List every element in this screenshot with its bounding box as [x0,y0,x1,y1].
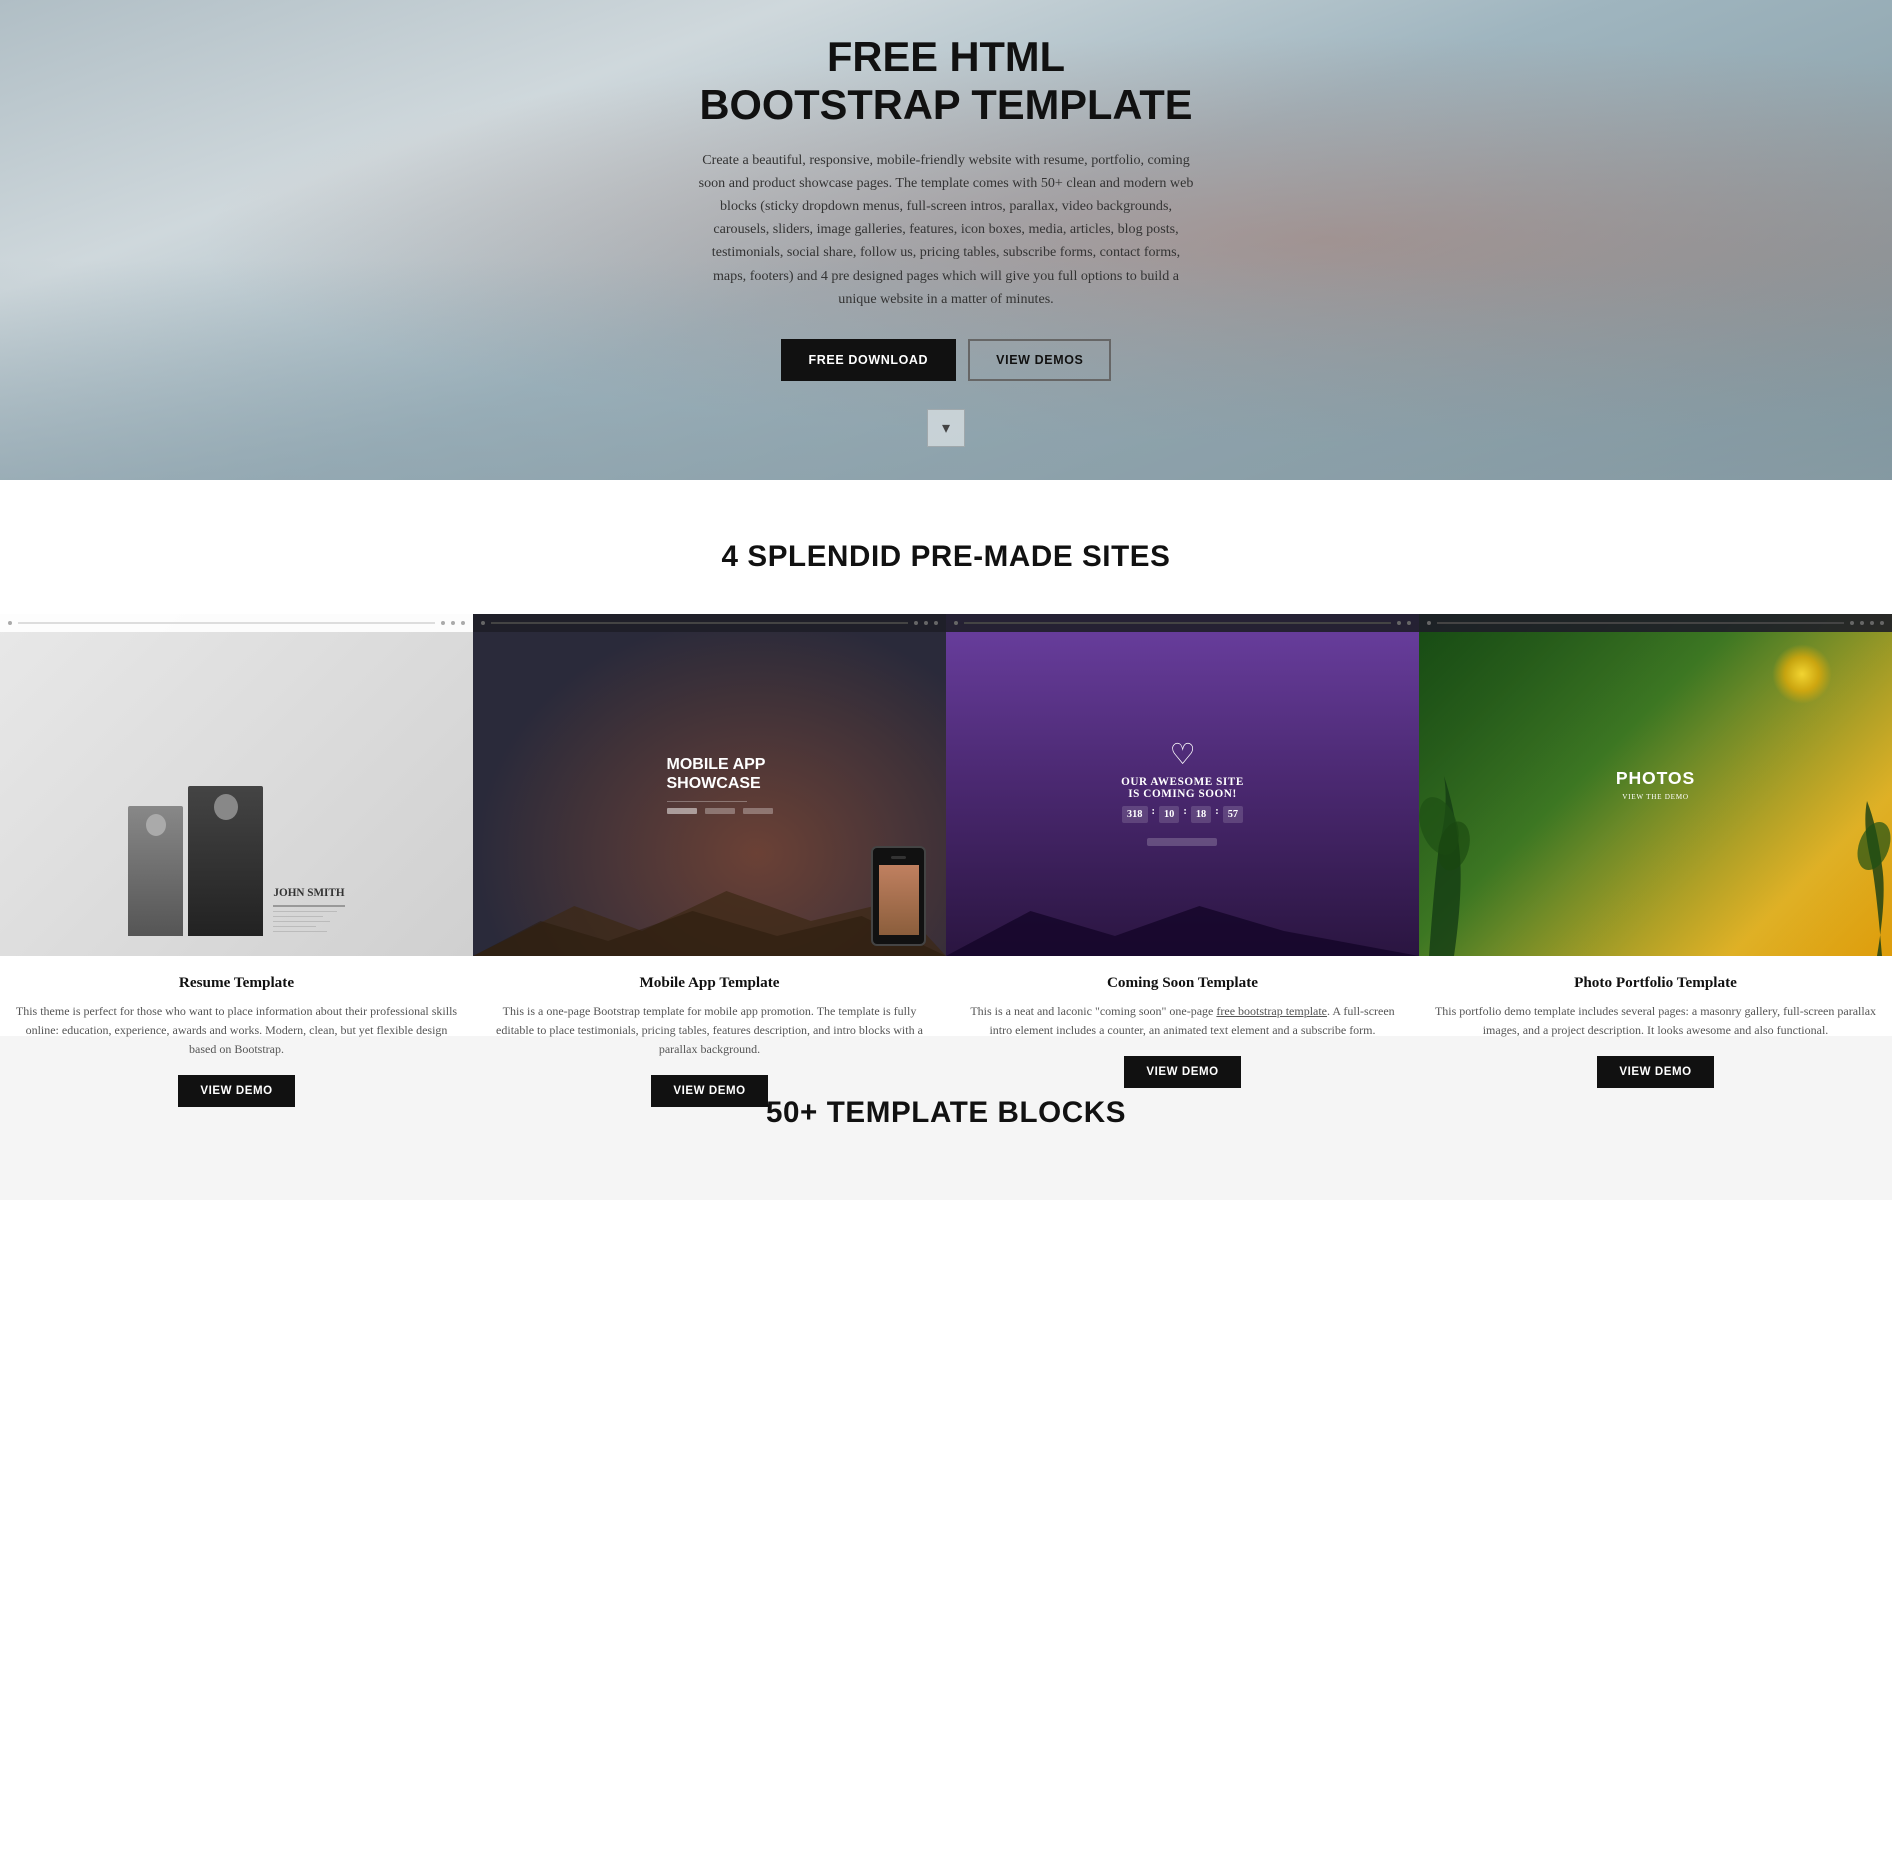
nav-line [18,622,435,624]
mobile-thumb-nav [473,614,946,632]
resume-inner: JOHN SMITH [108,614,364,956]
nav-dot-4 [461,621,465,625]
resume-card-desc: This theme is perfect for those who want… [0,1002,473,1060]
coming-soon-label: OUR AWESOME SITEIS COMING SOON! [1121,776,1244,800]
card-resume: JOHN SMITH Resume Template This theme is… [0,614,473,976]
nav-dot-2 [1850,621,1854,625]
mobile-view-demo-button[interactable]: VIEW DEMO [651,1075,767,1107]
download-button[interactable]: FREE DOWNLOAD [781,339,957,381]
nav-line [964,622,1391,624]
free-template-link[interactable]: free bootstrap template [1216,1004,1327,1018]
scroll-down-button[interactable]: ▾ [927,409,965,447]
resume-thumbnail: JOHN SMITH [0,614,473,956]
coming-thumbnail: ♡ OUR AWESOME SITEIS COMING SOON! 318 : … [946,614,1419,956]
counter-seconds: 57 [1223,806,1243,823]
mobile-text: MOBILE APPSHOWCASE [647,755,773,814]
photo-view-demo-button[interactable]: VIEW DEMO [1597,1056,1713,1088]
card-photo: PHOTOS VIEW THE DEMO Photo Portfolio Tem… [1419,614,1892,976]
hero-chevron-area: ▾ [696,409,1196,447]
counter-sep-1: : [1152,806,1155,823]
nav-dot-4 [934,621,938,625]
nav-dot-3 [1860,621,1864,625]
plant-right-svg [1832,796,1892,956]
photo-card-desc: This portfolio demo template includes se… [1419,1002,1892,1040]
chevron-down-icon: ▾ [942,418,950,438]
mobile-thumbnail: MOBILE APPSHOWCASE [473,614,946,956]
hero-section: FREE HTML BOOTSTRAP TEMPLATE Create a be… [0,0,1892,480]
coming-thumb-nav [946,614,1419,632]
phone-screen [879,865,919,935]
nav-dot-3 [924,621,928,625]
coming-counter: 318 : 10 : 18 : 57 [1122,806,1243,823]
resume-line-1 [273,905,344,907]
counter-sep-3: : [1215,806,1218,823]
nav-dot-2 [441,621,445,625]
premade-section-title: 4 SPLENDID PRE-MADE SITES [0,540,1892,574]
nav-dot-2 [1397,621,1401,625]
coming-card-title: Coming Soon Template [946,974,1419,992]
counter-days: 318 [1122,806,1148,823]
counter-hours: 10 [1159,806,1179,823]
nav-dot-1 [481,621,485,625]
nav-dot-2 [914,621,918,625]
photo-card-title: Photo Portfolio Template [1419,974,1892,992]
coming-card-desc: This is a neat and laconic "coming soon"… [946,1002,1419,1040]
nav-dot-3 [451,621,455,625]
hero-description: Create a beautiful, responsive, mobile-f… [696,149,1196,312]
resume-thumb-nav [0,614,473,632]
mobile-line-1 [667,801,747,802]
resume-view-demo-button[interactable]: VIEW DEMO [178,1075,294,1107]
nav-dot-5 [1880,621,1884,625]
card-coming-soon: ♡ OUR AWESOME SITEIS COMING SOON! 318 : … [946,614,1419,976]
photo-title-label: PHOTOS [1616,768,1695,789]
nav-line [491,622,908,624]
nav-dot-1 [1427,621,1431,625]
resume-name-label: JOHN SMITH [273,887,344,899]
photo-thumbnail: PHOTOS VIEW THE DEMO [1419,614,1892,956]
hero-buttons: FREE DOWNLOAD VIEW DEMOS [696,339,1196,381]
mobile-app-title: MOBILE APPSHOWCASE [667,755,773,793]
hero-content: FREE HTML BOOTSTRAP TEMPLATE Create a be… [676,33,1216,447]
photo-thumb-nav [1419,614,1892,632]
hero-title: FREE HTML BOOTSTRAP TEMPLATE [696,33,1196,129]
nav-dot-1 [954,621,958,625]
plant-svg [1419,766,1499,956]
card-mobile: MOBILE APPSHOWCASE Mobile App Template T… [473,614,946,976]
counter-sep-2: : [1183,806,1186,823]
mobile-phone-graphic [871,846,926,946]
mobile-card-desc: This is a one-page Bootstrap template fo… [473,1002,946,1060]
coming-mountain-svg [946,896,1419,956]
premade-section: 4 SPLENDID PRE-MADE SITES [0,480,1892,1036]
resume-card-title: Resume Template [0,974,473,992]
mobile-card-title: Mobile App Template [473,974,946,992]
coming-view-demo-button[interactable]: VIEW DEMO [1124,1056,1240,1088]
cards-grid: JOHN SMITH Resume Template This theme is… [0,614,1892,976]
nav-dot-1 [8,621,12,625]
nav-line [1437,622,1844,624]
view-demos-button[interactable]: VIEW DEMOS [968,339,1111,381]
nav-dot-4 [1870,621,1874,625]
resume-text: JOHN SMITH [273,857,344,936]
photo-text: PHOTOS VIEW THE DEMO [1616,768,1695,801]
heart-icon: ♡ [1170,741,1196,770]
nav-dot-3 [1407,621,1411,625]
counter-minutes: 18 [1191,806,1211,823]
